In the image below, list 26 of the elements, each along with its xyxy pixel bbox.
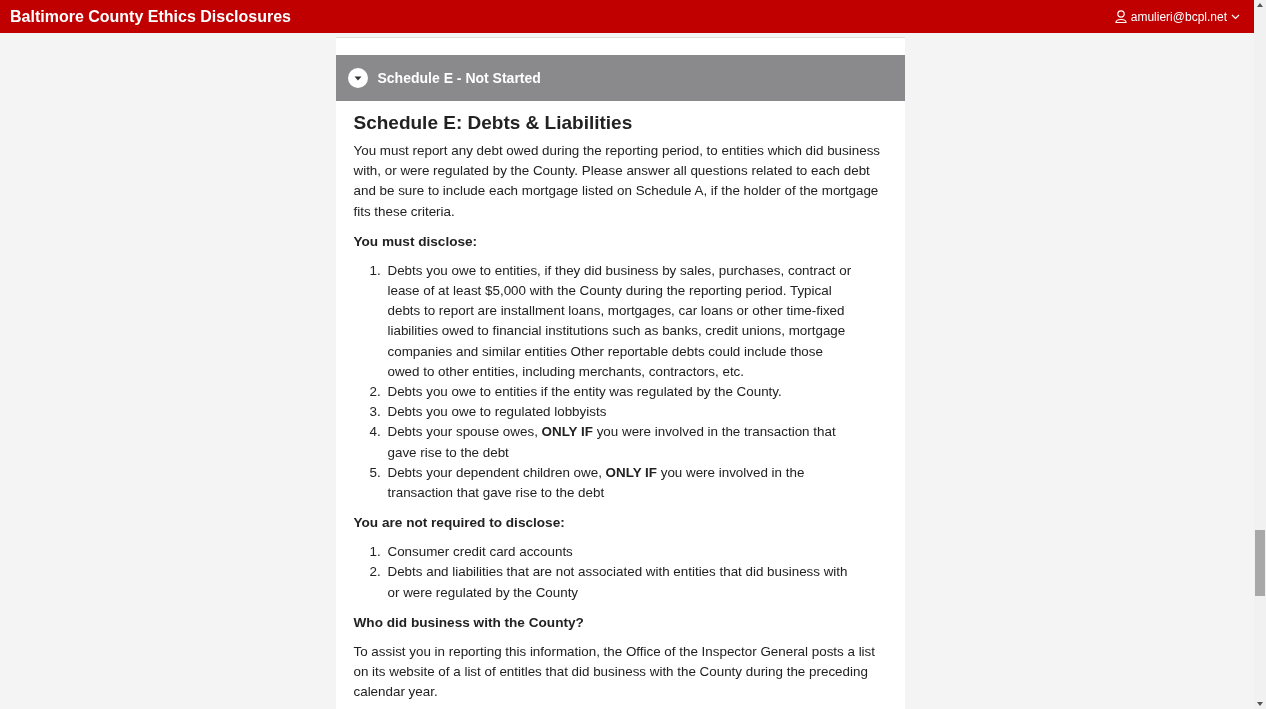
- scrollbar[interactable]: [1254, 0, 1266, 709]
- user-menu[interactable]: amulieri@bcpl.net: [1110, 9, 1244, 24]
- list-item-text: Consumer credit card accounts: [386, 543, 573, 562]
- list-item-text: Debts you owe to entities, if they did business by sales, purchases, contract or lease of at least $5,000 with the County during the reporting period. Typical debts to report are installment loans, mortgages, car loans or other time-fixed liabilities owed to financial institutions such as banks, credit unions, mortgage companies and similar entities Other reportable debts could include those owed to other entities, including merchants, contractors, etc.: [386, 261, 853, 381]
- chevron-down-icon: [1231, 13, 1240, 20]
- schedule-heading: Schedule E: Debts & Liabilities: [353, 111, 634, 135]
- section-heading: You are not required to disclose:: [353, 514, 566, 533]
- list-number: 5.: [369, 463, 382, 482]
- scroll-thumb[interactable]: [1255, 530, 1265, 596]
- intro-paragraph: You must report any debt owed during the reporting period, to entities which did business with, or were regulated by the County. Please answer all questions related to each debt and be sure to include each mortgage listed on Schedule A, if the holder of the mortgage fits these criteria.: [353, 142, 882, 221]
- app-title: Baltimore County Ethics Disclosures: [10, 7, 291, 26]
- list-number: 2.: [369, 563, 382, 582]
- list-number: 3.: [369, 403, 382, 422]
- list-number: 4.: [369, 423, 382, 442]
- list-number: 2.: [369, 383, 382, 402]
- list-item-text: Debts you owe to regulated lobbyists: [386, 403, 607, 422]
- section-heading: Who did business with the County?: [353, 613, 585, 632]
- list-item-text: Debts you owe to entities if the entity was regulated by the County.: [386, 383, 782, 402]
- list-number: 1.: [369, 261, 382, 280]
- info-paragraph: To assist you in reporting this information, the Office of the Inspector General posts a list on its website of a list of entitles that did business with the County during the preceding calendar year.: [353, 642, 876, 702]
- list-number: 1.: [369, 543, 382, 562]
- section-heading: You must disclose:: [353, 232, 479, 251]
- user-icon: [1114, 10, 1127, 23]
- list-item-text: Debts your dependent children owe, ONLY IF you were involved in the transaction that gave rise to the debt: [386, 463, 806, 503]
- list-item-text: Debts and liabilities that are not associated with entities that did business with or were regulated by the County: [386, 563, 849, 602]
- schedule-header[interactable]: Schedule E - Not Started: [335, 55, 905, 101]
